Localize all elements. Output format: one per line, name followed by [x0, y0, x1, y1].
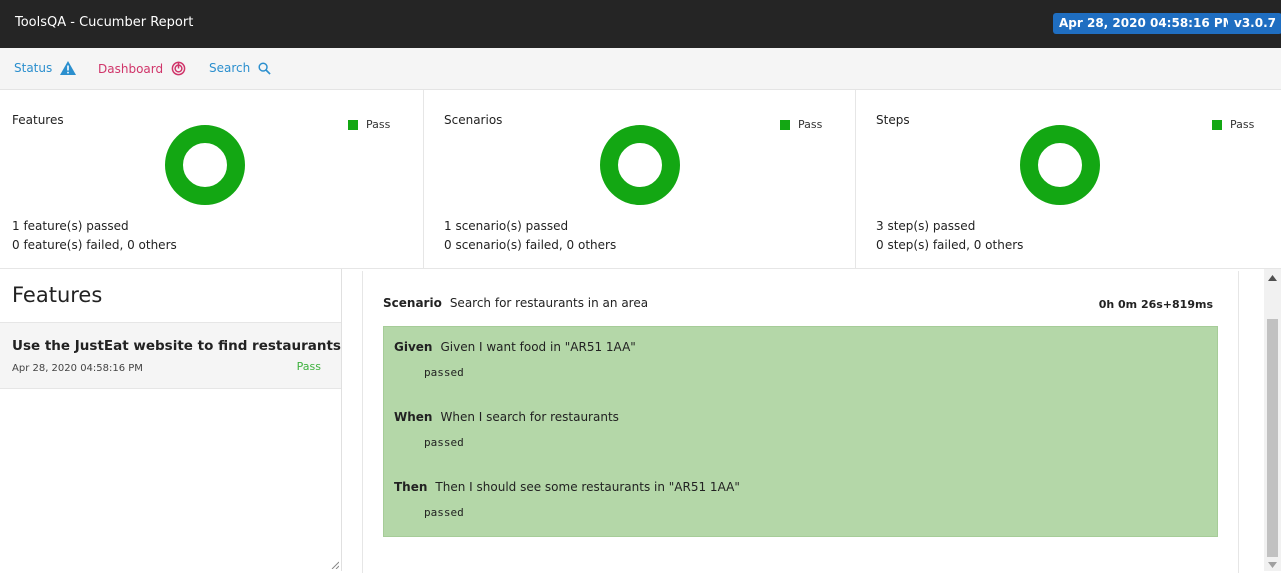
failed-count: 0 step(s) failed, 0 others — [876, 238, 1024, 252]
features-list-panel: Features Use the JustEat website to find… — [0, 269, 342, 571]
legend-swatch — [780, 119, 790, 130]
top-bar: ToolsQA - Cucumber Report Apr 28, 2020 0… — [0, 0, 1281, 48]
feature-date: Apr 28, 2020 04:58:16 PM — [12, 363, 143, 374]
pass-slice — [165, 125, 245, 205]
app-title: ToolsQA - Cucumber Report — [15, 15, 194, 30]
passed-count: 3 step(s) passed — [876, 219, 976, 233]
feature-status: Pass — [296, 360, 321, 373]
scenarios-donut-chart — [600, 125, 680, 205]
dashboard-icon — [171, 61, 186, 76]
failed-count: 0 feature(s) failed, 0 others — [12, 238, 177, 252]
nav-search-link[interactable]: Search — [209, 61, 271, 75]
summary-section: Features Pass 1 feature(s) passed 0 feat… — [0, 90, 1281, 269]
scroll-up-arrow-icon[interactable] — [1268, 275, 1277, 281]
step-keyword: Given — [394, 340, 433, 354]
step-then: Then Then I should see some restaurants i… — [394, 480, 740, 494]
pass-slice — [1020, 125, 1100, 205]
legend-label: Pass — [798, 118, 823, 131]
scenario-detail-panel: Scenario Search for restaurants in an are… — [342, 269, 1281, 573]
step-result: passed — [424, 436, 464, 449]
features-donut-chart — [165, 125, 245, 205]
passed-count: 1 scenario(s) passed — [444, 219, 569, 233]
step-given: Given Given I want food in "AR51 1AA" — [394, 340, 636, 354]
step-text: Then I should see some restaurants in "A… — [435, 480, 740, 494]
step-result: passed — [424, 506, 464, 519]
scenario-card: Scenario Search for restaurants in an are… — [362, 271, 1239, 573]
version-badge: v3.0.7 — [1228, 13, 1281, 34]
step-text: Given I want food in "AR51 1AA" — [440, 340, 636, 354]
failed-count: 0 scenario(s) failed, 0 others — [444, 238, 617, 252]
step-keyword: When — [394, 410, 433, 424]
step-text: When I search for restaurants — [440, 410, 619, 424]
features-heading: Features — [12, 283, 103, 307]
legend-swatch — [348, 119, 358, 130]
nav-search-label: Search — [209, 61, 251, 75]
features-summary-card: Features Pass 1 feature(s) passed 0 feat… — [0, 90, 424, 268]
feature-name: Use the JustEat website to find restaura… — [12, 338, 341, 354]
chart-legend: Pass — [1212, 118, 1254, 131]
legend-swatch — [1212, 119, 1222, 130]
scenario-name: Search for restaurants in an area — [449, 296, 649, 310]
scenario-header: Scenario Search for restaurants in an are… — [383, 296, 648, 310]
resize-handle-icon[interactable] — [331, 561, 339, 569]
scenarios-summary-card: Scenarios Pass 1 scenario(s) passed 0 sc… — [424, 90, 856, 268]
legend-label: Pass — [1230, 118, 1255, 131]
scenario-keyword: Scenario — [383, 296, 442, 310]
report-timestamp-badge: Apr 28, 2020 04:58:16 PM — [1053, 13, 1241, 34]
scrollbar-thumb[interactable] — [1267, 319, 1278, 557]
chart-legend: Pass — [348, 118, 390, 131]
warning-icon — [60, 61, 77, 75]
search-icon — [258, 61, 271, 75]
steps-container: Given Given I want food in "AR51 1AA" pas… — [383, 326, 1218, 537]
nav-bar: Status Dashboard Search — [0, 48, 1281, 90]
step-when: When When I search for restaurants — [394, 410, 619, 424]
vertical-scrollbar[interactable] — [1264, 269, 1281, 571]
scroll-down-arrow-icon[interactable] — [1268, 562, 1277, 568]
card-title: Features — [12, 113, 64, 127]
pass-slice — [600, 125, 680, 205]
scenario-duration: 0h 0m 26s+819ms — [1098, 298, 1213, 311]
step-keyword: Then — [394, 480, 428, 494]
steps-donut-chart — [1020, 125, 1100, 205]
card-title: Scenarios — [444, 113, 503, 127]
nav-status-label: Status — [14, 61, 53, 75]
feature-list-item[interactable]: Use the JustEat website to find restaura… — [0, 322, 341, 389]
legend-label: Pass — [366, 118, 391, 131]
steps-summary-card: Steps Pass 3 step(s) passed 0 step(s) fa… — [856, 90, 1281, 268]
nav-dashboard-link[interactable]: Dashboard — [98, 61, 186, 76]
passed-count: 1 feature(s) passed — [12, 219, 129, 233]
chart-legend: Pass — [780, 118, 822, 131]
nav-dashboard-label: Dashboard — [98, 61, 164, 76]
card-title: Steps — [876, 113, 910, 127]
step-result: passed — [424, 366, 464, 379]
nav-status-link[interactable]: Status — [14, 61, 77, 75]
